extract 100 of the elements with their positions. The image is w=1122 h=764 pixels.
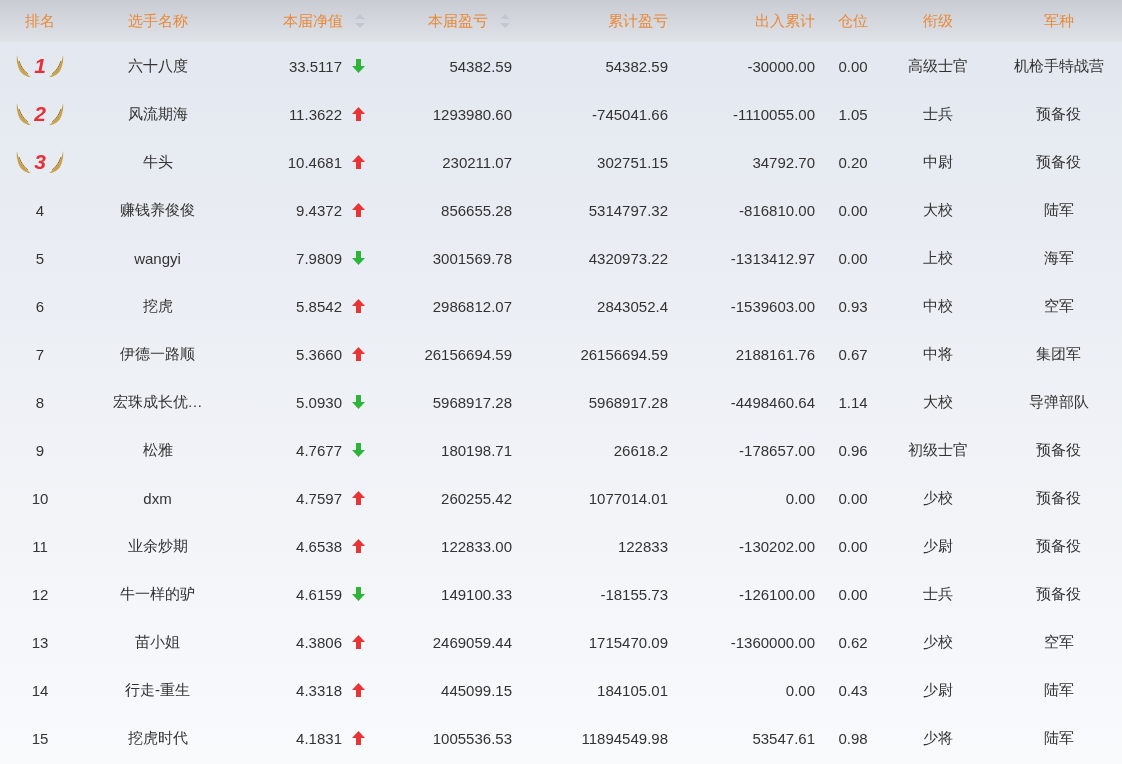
service-branch: 空军 <box>1043 296 1074 316</box>
rank-title: 士兵 <box>923 584 953 604</box>
period-profit: 149100.33 <box>441 585 512 603</box>
column-header[interactable]: 本届净值 <box>283 11 343 31</box>
position-value: 0.00 <box>838 249 868 267</box>
rank-title: 大校 <box>923 200 953 220</box>
rank-title: 少校 <box>923 488 953 508</box>
rank-title: 中将 <box>923 344 953 364</box>
player-name: 六十八度 <box>127 56 188 76</box>
player-name: 挖虎时代 <box>127 728 188 748</box>
rank-number: 13 <box>31 633 49 651</box>
total-profit: 122833 <box>617 537 668 555</box>
position-value: 1.05 <box>838 105 868 123</box>
total-profit: 11894549.98 <box>581 729 668 747</box>
rank-number: 9 <box>35 441 45 459</box>
net-value: 4.6159 <box>296 585 342 603</box>
total-profit: 54382.59 <box>605 57 668 75</box>
rank-number: 10 <box>31 489 49 507</box>
total-profit: -745041.66 <box>592 105 668 123</box>
column-header: 仓位 <box>838 11 868 31</box>
total-profit: 184105.01 <box>597 681 668 699</box>
in-out-total: -1539603.00 <box>730 297 815 315</box>
player-name: 松雅 <box>142 440 173 460</box>
column-header: 选手名称 <box>127 11 188 31</box>
net-value: 4.7677 <box>296 441 342 459</box>
in-out-total: -816810.00 <box>739 201 815 219</box>
player-name: 挖虎 <box>142 296 173 316</box>
position-value: 0.00 <box>838 489 868 507</box>
period-profit: 1005536.53 <box>432 729 512 747</box>
total-profit: 1077014.01 <box>588 489 668 507</box>
period-profit: 2986812.07 <box>432 297 512 315</box>
net-value: 10.4681 <box>287 153 342 171</box>
rank-title: 上校 <box>923 248 953 268</box>
position-value: 1.14 <box>838 393 868 411</box>
rank-title: 初级士官 <box>908 440 968 460</box>
service-branch: 预备役 <box>1036 488 1081 508</box>
position-value: 0.00 <box>838 537 868 555</box>
rank-number: 6 <box>35 297 45 315</box>
in-out-total: -178657.00 <box>739 441 815 459</box>
in-out-total: 2188161.76 <box>735 345 815 363</box>
position-value: 0.98 <box>838 729 868 747</box>
total-profit: 1715470.09 <box>588 633 668 651</box>
column-header: 衔级 <box>923 11 953 31</box>
player-name: wangyi <box>134 249 181 267</box>
service-branch: 导弹部队 <box>1028 392 1089 412</box>
total-profit: 2843052.4 <box>597 297 668 315</box>
rank-title: 少尉 <box>923 680 953 700</box>
rank-title: 高级士官 <box>908 56 968 76</box>
column-header: 军种 <box>1043 11 1074 31</box>
net-value: 4.1831 <box>296 729 342 747</box>
in-out-total: -30000.00 <box>747 57 815 75</box>
period-profit: 3001569.78 <box>432 249 512 267</box>
player-name: 业余炒期 <box>127 536 188 556</box>
period-profit: 54382.59 <box>449 57 512 75</box>
period-profit: 260255.42 <box>441 489 512 507</box>
position-value: 0.62 <box>838 633 868 651</box>
net-value: 5.0930 <box>296 393 342 411</box>
rank-title: 少将 <box>923 728 953 748</box>
service-branch: 集团军 <box>1036 344 1081 364</box>
rank-title: 大校 <box>923 392 953 412</box>
position-value: 0.93 <box>838 297 868 315</box>
in-out-total: -126100.00 <box>739 585 815 603</box>
column-header[interactable]: 本届盈亏 <box>428 11 488 31</box>
rank-title: 中校 <box>923 296 953 316</box>
position-value: 0.43 <box>838 681 868 699</box>
in-out-total: -1360000.00 <box>730 633 815 651</box>
position-value: 0.20 <box>838 153 868 171</box>
player-name: 牛一样的驴 <box>120 584 195 604</box>
player-name: 宏珠成长优… <box>112 392 203 412</box>
service-branch: 陆军 <box>1043 200 1074 220</box>
net-value: 4.3318 <box>296 681 342 699</box>
position-value: 0.00 <box>838 585 868 603</box>
total-profit: 4320973.22 <box>588 249 668 267</box>
service-branch: 空军 <box>1043 632 1074 652</box>
total-profit: 5314797.32 <box>588 201 668 219</box>
player-name: 行走-重生 <box>125 680 190 700</box>
in-out-total: -130202.00 <box>739 537 815 555</box>
in-out-total: 0.00 <box>785 681 815 699</box>
net-value: 4.6538 <box>296 537 342 555</box>
column-header: 排名 <box>25 11 55 31</box>
service-branch: 预备役 <box>1036 536 1081 556</box>
total-profit: 26618.2 <box>613 441 668 459</box>
net-value: 4.3806 <box>296 633 342 651</box>
rank-title: 士兵 <box>923 104 953 124</box>
rank-number: 1 <box>34 54 46 78</box>
period-profit: 230211.07 <box>442 153 512 171</box>
rank-number: 14 <box>31 681 49 699</box>
service-branch: 机枪手特战营 <box>1013 56 1104 76</box>
net-value: 5.3660 <box>296 345 342 363</box>
rank-title: 少校 <box>923 632 953 652</box>
period-profit: 5968917.28 <box>432 393 512 411</box>
period-profit: 1293980.60 <box>432 105 512 123</box>
column-header: 出入累计 <box>755 11 815 31</box>
in-out-total: -1110055.00 <box>732 105 815 123</box>
rank-title: 少尉 <box>923 536 953 556</box>
in-out-total: 34792.70 <box>752 153 815 171</box>
total-profit: 5968917.28 <box>588 393 668 411</box>
player-name: 风流期海 <box>127 104 188 124</box>
rank-number: 11 <box>32 537 48 555</box>
rank-number: 3 <box>34 150 46 174</box>
